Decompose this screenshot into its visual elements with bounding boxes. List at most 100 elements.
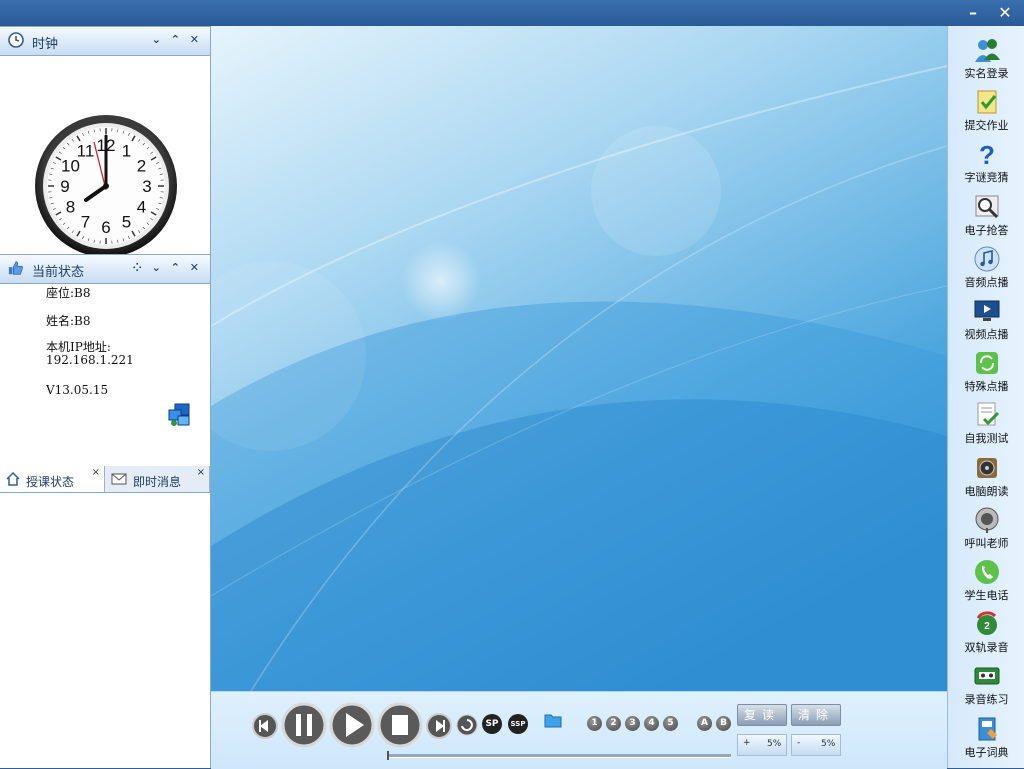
marker-3[interactable]: 3	[625, 716, 640, 731]
svg-text:8: 8	[66, 198, 75, 217]
toolbar-item-label: 呼叫老师	[948, 535, 1024, 551]
progress-handle[interactable]	[387, 751, 389, 760]
toolbar-item-label: 实名登录	[948, 65, 1024, 81]
player-controls: SP SSP 1 2 3 4 5 A B 复读 清除 + 5% - 5%	[211, 691, 947, 769]
toolbar-item-monitor[interactable]: 视频点播	[948, 291, 1024, 343]
play-icon[interactable]	[329, 702, 375, 748]
svg-text:2: 2	[137, 157, 146, 176]
marker-a[interactable]: A	[697, 716, 712, 731]
toolbar-item-question[interactable]: ?字谜竞猜	[948, 134, 1024, 186]
toolbar-item-users[interactable]: 实名登录	[948, 30, 1024, 82]
toolbar-item-label: 自我测试	[948, 430, 1024, 446]
left-panel: 时钟 ⌄ ⌃ ✕ 123456789101112 当	[0, 26, 211, 768]
toolbar-item-label: 提交作业	[948, 117, 1024, 133]
marker-1[interactable]: 1	[587, 716, 602, 731]
toolbar-item-label: 特殊点播	[948, 378, 1024, 394]
video-stage	[211, 26, 947, 691]
svg-text:9: 9	[60, 177, 69, 196]
clock-panel-controls[interactable]: ⌄ ⌃ ✕	[152, 33, 202, 46]
monitor-icon	[973, 297, 1001, 325]
toolbar-item-label: 字谜竞猜	[948, 169, 1024, 185]
toolbar-item-dual-record[interactable]: 2 双轨录音	[948, 604, 1024, 656]
dual-record-icon: 2	[973, 610, 1001, 638]
toolbar-item-label: 电脑朗读	[948, 483, 1024, 499]
svg-text:2: 2	[984, 621, 990, 632]
marker-5[interactable]: 5	[663, 716, 678, 731]
tab-instant-message[interactable]: 即时消息 ×	[105, 466, 210, 492]
music-icon	[973, 245, 1001, 273]
tab-teaching-status[interactable]: 授课状态 ×	[0, 466, 105, 492]
svg-text:7: 7	[81, 213, 90, 232]
tab-label: 即时消息	[133, 473, 181, 490]
right-toolbar: 实名登录提交作业?字谜竞猜电子抢答音频点播视频点播特殊点播自我测试电脑朗读呼叫老…	[947, 26, 1024, 768]
toolbar-item-phone[interactable]: 学生电话	[948, 552, 1024, 604]
status-panel-header: 当前状态 ⁘ ⌄ ⌃ ✕	[0, 254, 210, 284]
speed-up-button[interactable]: + 5%	[737, 734, 787, 756]
toolbar-item-label: 双轨录音	[948, 639, 1024, 655]
previous-icon[interactable]	[251, 712, 279, 740]
toolbar-item-test-doc[interactable]: 自我测试	[948, 395, 1024, 447]
clock-panel-header: 时钟 ⌄ ⌃ ✕	[0, 26, 210, 56]
toolbar-item-magnifier[interactable]: 电子抢答	[948, 187, 1024, 239]
version-text: V13.05.15	[46, 383, 108, 397]
svg-text:6: 6	[101, 218, 110, 237]
toolbar-item-speaker[interactable]: 电脑朗读	[948, 448, 1024, 500]
toolbar-item-refresh[interactable]: 特殊点播	[948, 343, 1024, 395]
toolbar-item-music[interactable]: 音频点播	[948, 239, 1024, 291]
refresh-icon	[973, 349, 1001, 377]
minimize-button[interactable]: –	[962, 4, 984, 22]
tab-close-icon[interactable]: ×	[197, 467, 205, 478]
speed-down-button[interactable]: - 5%	[791, 734, 841, 756]
svg-text:3: 3	[142, 177, 151, 196]
sp-button[interactable]: SP	[482, 714, 502, 734]
bottom-tabs: 授课状态 × 即时消息 ×	[0, 466, 210, 493]
close-button[interactable]: ✕	[994, 4, 1016, 22]
toolbar-item-tape[interactable]: 录音练习	[948, 656, 1024, 708]
svg-text:11: 11	[77, 141, 95, 160]
clock-panel-title: 时钟	[32, 33, 58, 52]
speaker-icon	[973, 454, 1001, 482]
dictionary-icon	[973, 715, 1001, 743]
stop-icon[interactable]	[377, 702, 423, 748]
phone-icon	[973, 558, 1001, 586]
toolbar-item-microphone[interactable]: 呼叫老师	[948, 500, 1024, 552]
next-icon[interactable]	[425, 712, 453, 740]
svg-text:5: 5	[122, 213, 131, 232]
status-panel-title: 当前状态	[32, 261, 84, 280]
analog-clock: 123456789101112	[0, 56, 210, 282]
magnifier-icon	[973, 193, 1001, 221]
toolbar-item-label: 音频点播	[948, 274, 1024, 290]
svg-text:?: ?	[979, 140, 995, 168]
pause-icon[interactable]	[281, 702, 327, 748]
marker-4[interactable]: 4	[644, 716, 659, 731]
status-panel-controls[interactable]: ⁘ ⌄ ⌃ ✕	[133, 261, 202, 274]
ssp-button[interactable]: SSP	[508, 714, 528, 734]
tab-label: 授课状态	[26, 473, 74, 490]
ip-value: 192.168.1.221	[46, 353, 134, 367]
seat-text: 座位:B8	[46, 284, 91, 301]
loop-icon[interactable]	[456, 714, 478, 736]
marker-2[interactable]: 2	[606, 716, 621, 731]
marker-b[interactable]: B	[716, 716, 731, 731]
tape-icon	[973, 662, 1001, 690]
name-text: 姓名:B8	[46, 312, 91, 329]
clock-icon	[8, 32, 24, 48]
title-bar: – ✕	[0, 0, 1024, 26]
repeat-button[interactable]: 复读	[737, 704, 787, 726]
toolbar-item-label: 电子词典	[948, 744, 1024, 760]
toolbar-item-label: 学生电话	[948, 587, 1024, 603]
question-icon: ?	[973, 140, 1001, 168]
toolbar-item-label: 录音练习	[948, 691, 1024, 707]
toolbar-item-note-check[interactable]: 提交作业	[948, 82, 1024, 134]
toolbar-item-dictionary[interactable]: 电子词典	[948, 709, 1024, 761]
svg-text:1: 1	[122, 141, 131, 160]
status-info: 座位:B8 姓名:B8 本机IP地址: 192.168.1.221 V13.05…	[0, 308, 210, 464]
tab-close-icon[interactable]: ×	[92, 467, 100, 478]
progress-bar[interactable]	[387, 754, 731, 758]
clear-button[interactable]: 清除	[791, 704, 841, 726]
folder-icon[interactable]	[544, 712, 562, 728]
note-check-icon	[973, 88, 1001, 116]
network-icon	[166, 402, 192, 428]
test-doc-icon	[973, 401, 1001, 429]
users-icon	[973, 36, 1001, 64]
